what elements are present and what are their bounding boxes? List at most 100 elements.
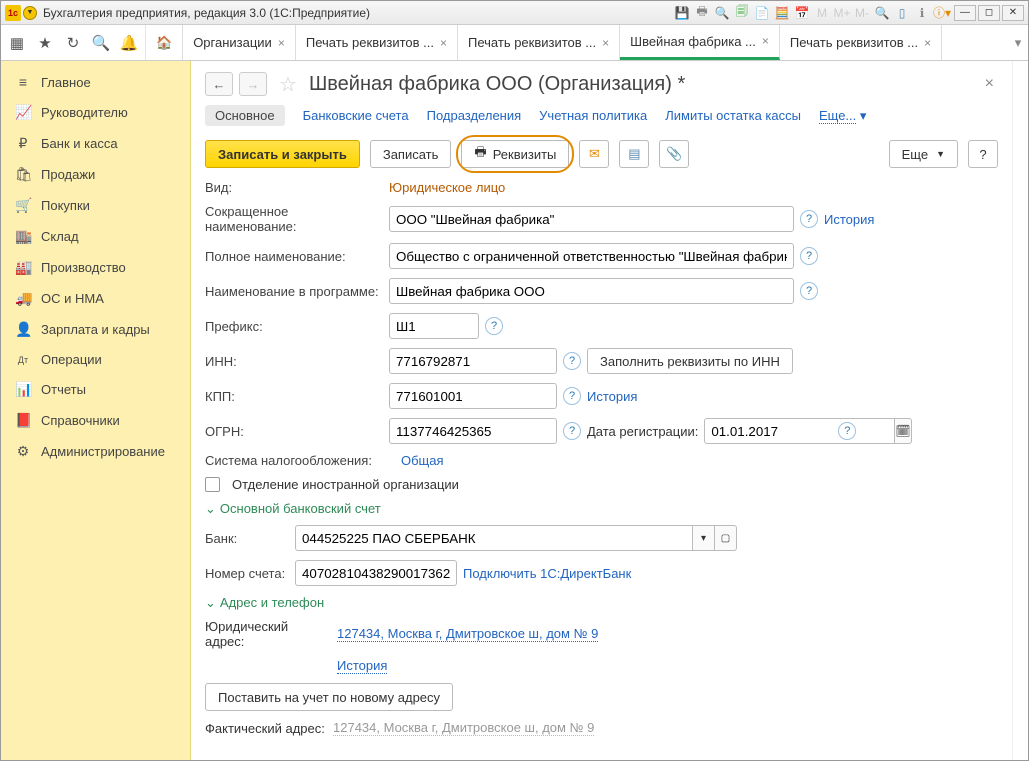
- attach-button[interactable]: 📎: [659, 140, 689, 168]
- acct-input[interactable]: [295, 560, 457, 586]
- short-name-input[interactable]: [389, 206, 794, 232]
- mail-button[interactable]: ✉: [579, 140, 609, 168]
- foreign-branch-checkbox[interactable]: [205, 477, 220, 492]
- directbank-link[interactable]: Подключить 1С:ДиректБанк: [463, 566, 631, 581]
- inn-input[interactable]: [389, 348, 557, 374]
- close-icon[interactable]: ×: [762, 34, 769, 48]
- help-button[interactable]: ?: [968, 140, 998, 168]
- help-icon[interactable]: ?: [563, 387, 581, 405]
- apps-icon[interactable]: ▦: [7, 33, 27, 53]
- warehouse-icon: 🏬: [15, 228, 31, 245]
- kpp-history-link[interactable]: История: [587, 389, 637, 404]
- tab-print-2[interactable]: Печать реквизитов ...×: [458, 25, 620, 60]
- fill-by-inn-button[interactable]: Заполнить реквизиты по ИНН: [587, 348, 793, 374]
- nav-back-button[interactable]: ←: [205, 72, 233, 96]
- maximize-button[interactable]: ◻: [978, 5, 1000, 21]
- tabs-overflow-button[interactable]: ▾: [1008, 25, 1028, 60]
- key-icon[interactable]: ℹ: [913, 4, 931, 22]
- section-address-header[interactable]: ⌄Адрес и телефон: [205, 595, 998, 611]
- close-icon[interactable]: ×: [278, 36, 285, 50]
- nav-fwd-button[interactable]: →: [239, 72, 267, 96]
- history-icon[interactable]: ↻: [63, 33, 83, 53]
- calculator-icon[interactable]: 🧮: [773, 4, 791, 22]
- regdate-input[interactable]: [704, 418, 895, 444]
- history-link[interactable]: История: [824, 212, 874, 227]
- bank-input[interactable]: [295, 525, 693, 551]
- legal-addr-link[interactable]: 127434, Москва г, Дмитровское ш, дом № 9: [337, 626, 598, 642]
- subtab-policy[interactable]: Учетная политика: [539, 108, 647, 123]
- search-icon[interactable]: 🔍: [91, 33, 111, 53]
- sidebar-item-warehouse[interactable]: 🏬Склад: [1, 221, 190, 252]
- full-name-input[interactable]: [389, 243, 794, 269]
- sidebar-item-admin[interactable]: ⚙Администрирование: [1, 436, 190, 467]
- minimize-button[interactable]: —: [954, 5, 976, 21]
- tab-home[interactable]: 🏠: [146, 25, 183, 60]
- fact-addr-value[interactable]: 127434, Москва г, Дмитровское ш, дом № 9: [333, 720, 594, 736]
- info-dropdown-icon[interactable]: ⓘ▾: [933, 4, 951, 22]
- sidebar-item-operations[interactable]: ДтОперации: [1, 345, 190, 374]
- calendar-button[interactable]: 🗓: [895, 418, 911, 444]
- dropdown-button[interactable]: ▾: [693, 525, 715, 551]
- close-page-button[interactable]: ×: [981, 71, 998, 97]
- subtab-bank[interactable]: Банковские счета: [303, 108, 409, 123]
- sidebar-item-production[interactable]: 🏭Производство: [1, 252, 190, 283]
- ogrn-input[interactable]: [389, 418, 557, 444]
- sidebar-item-sales[interactable]: 🛍Продажи: [1, 159, 190, 190]
- tab-print-3[interactable]: Печать реквизитов ...×: [780, 25, 942, 60]
- close-icon[interactable]: ×: [924, 36, 931, 50]
- list-button[interactable]: ▤: [619, 140, 649, 168]
- m-plus-icon[interactable]: M+: [833, 4, 851, 22]
- sidebar-item-assets[interactable]: 🚚ОС и НМА: [1, 283, 190, 314]
- addr-history-link[interactable]: История: [337, 658, 387, 674]
- subtab-dept[interactable]: Подразделения: [427, 108, 522, 123]
- save-button[interactable]: Записать: [370, 140, 452, 168]
- sidebar-item-payroll[interactable]: 👤Зарплата и кадры: [1, 314, 190, 345]
- sidebar-item-purchases[interactable]: 🛒Покупки: [1, 190, 190, 221]
- tab-org-card[interactable]: Швейная фабрика ...×: [620, 25, 780, 60]
- sidebar-item-manager[interactable]: 📈Руководителю: [1, 97, 190, 128]
- register-new-addr-button[interactable]: Поставить на учет по новому адресу: [205, 683, 453, 711]
- sidebar-item-bank[interactable]: ₽Банк и касса: [1, 128, 190, 159]
- more-button[interactable]: Еще▼: [889, 140, 958, 168]
- calendar-icon[interactable]: 📅: [793, 4, 811, 22]
- star-icon[interactable]: ★: [35, 33, 55, 53]
- save-close-button[interactable]: Записать и закрыть: [205, 140, 360, 168]
- help-icon[interactable]: ?: [800, 282, 818, 300]
- open-button[interactable]: ▢: [715, 525, 737, 551]
- panel-icon[interactable]: ▯: [893, 4, 911, 22]
- close-icon[interactable]: ×: [440, 36, 447, 50]
- new-doc-icon[interactable]: 📄: [753, 4, 771, 22]
- prog-name-input[interactable]: [389, 278, 794, 304]
- help-icon[interactable]: ?: [563, 352, 581, 370]
- scrollbar[interactable]: [1012, 61, 1028, 760]
- bell-icon[interactable]: 🔔: [119, 33, 139, 53]
- subtab-main[interactable]: Основное: [205, 105, 285, 126]
- close-icon[interactable]: ×: [602, 36, 609, 50]
- m-icon[interactable]: M: [813, 4, 831, 22]
- zoom-icon[interactable]: 🔍: [873, 4, 891, 22]
- tax-link[interactable]: Общая: [401, 453, 444, 468]
- sidebar-item-main[interactable]: ≡Главное: [1, 67, 190, 97]
- sidebar-item-catalogs[interactable]: 📕Справочники: [1, 405, 190, 436]
- print-icon[interactable]: 🖶: [693, 4, 711, 22]
- requisites-button[interactable]: 🖶 Реквизиты: [461, 140, 569, 168]
- preview-icon[interactable]: 🔍: [713, 4, 731, 22]
- prefix-input[interactable]: [389, 313, 479, 339]
- close-window-button[interactable]: ✕: [1002, 5, 1024, 21]
- favorite-star-icon[interactable]: ☆: [279, 72, 297, 97]
- tab-print-1[interactable]: Печать реквизитов ...×: [296, 25, 458, 60]
- compare-icon[interactable]: 🗐: [733, 4, 751, 22]
- sidebar-item-reports[interactable]: 📊Отчеты: [1, 374, 190, 405]
- m-minus-icon[interactable]: M-: [853, 4, 871, 22]
- save-icon[interactable]: 💾: [673, 4, 691, 22]
- kpp-input[interactable]: [389, 383, 557, 409]
- help-icon[interactable]: ?: [485, 317, 503, 335]
- help-icon[interactable]: ?: [800, 247, 818, 265]
- app-menu-dropdown[interactable]: ▼: [23, 6, 37, 20]
- section-bank-header[interactable]: ⌄Основной банковский счет: [205, 501, 998, 517]
- subtab-more[interactable]: Еще... ▾: [819, 108, 866, 124]
- subtab-limits[interactable]: Лимиты остатка кассы: [665, 108, 801, 123]
- help-icon[interactable]: ?: [563, 422, 581, 440]
- tab-organizations[interactable]: Организации×: [183, 25, 296, 60]
- help-icon[interactable]: ?: [800, 210, 818, 228]
